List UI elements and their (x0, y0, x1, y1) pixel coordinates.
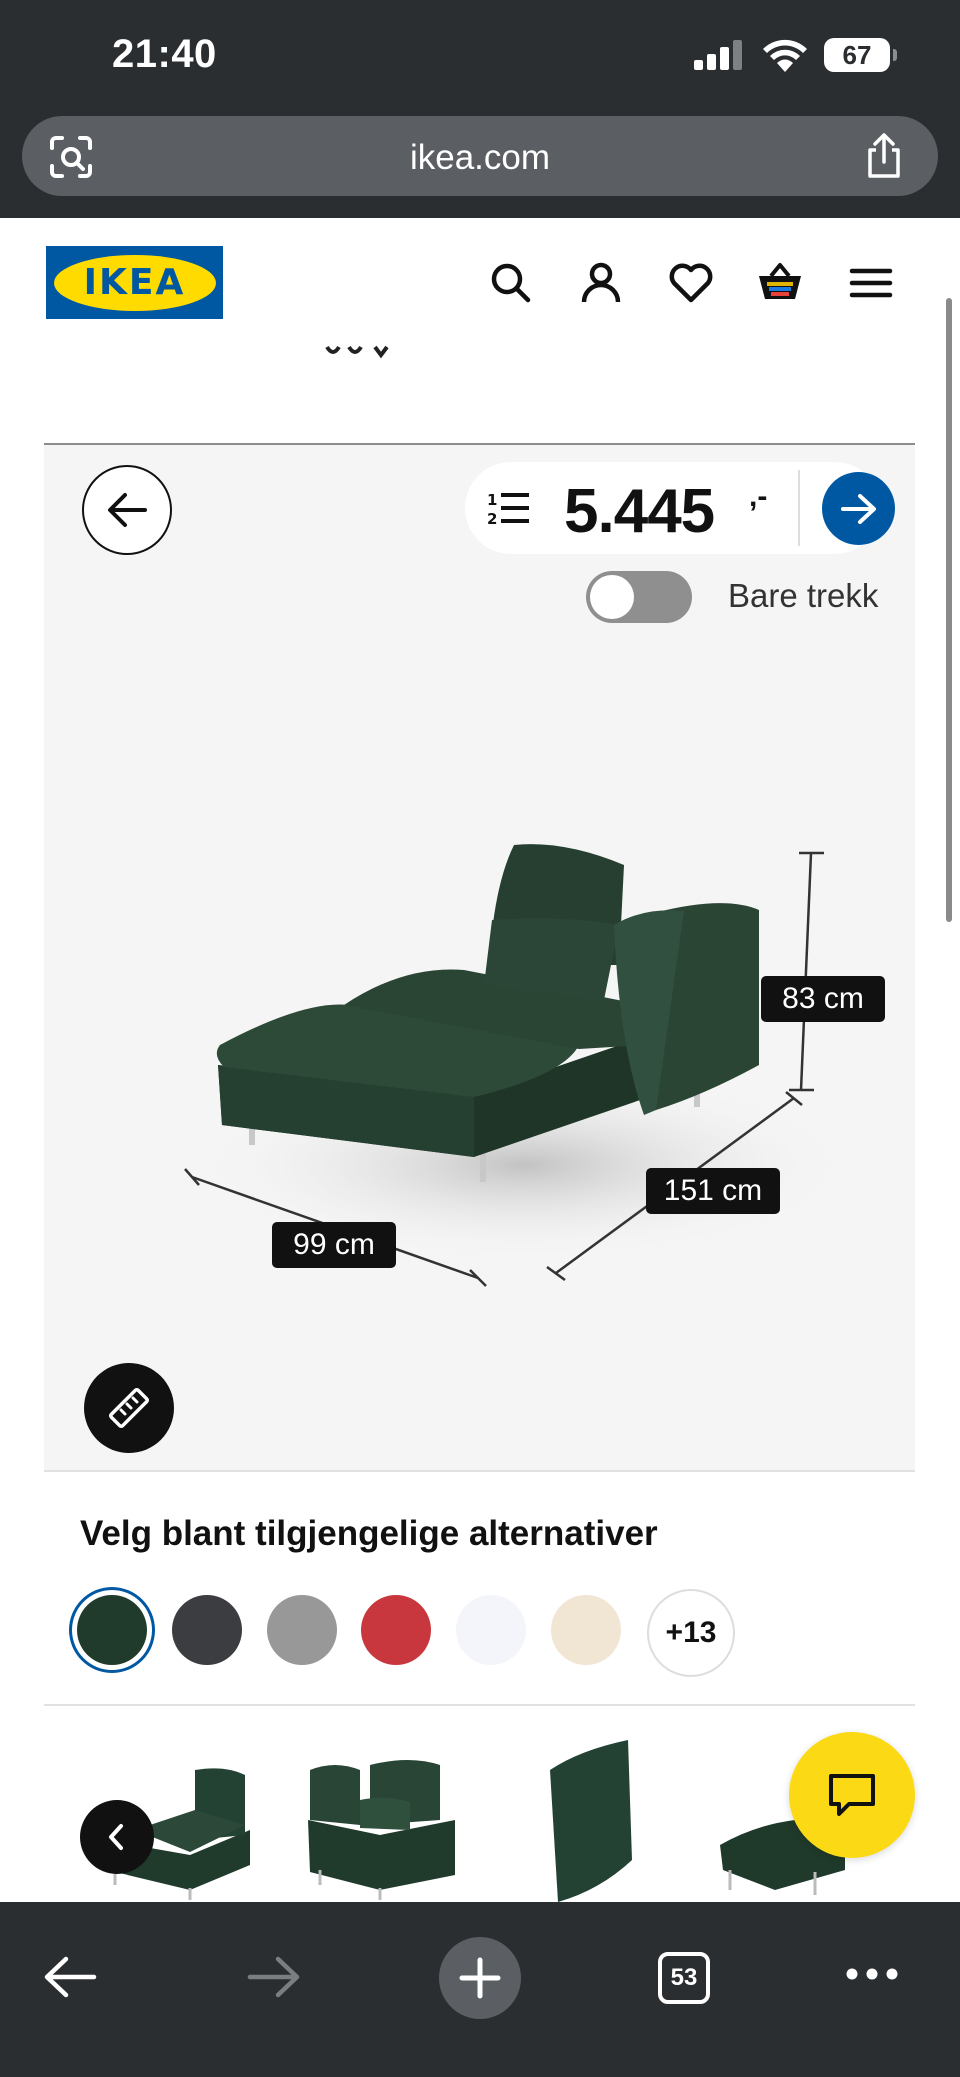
price-separator (798, 470, 800, 546)
new-tab-button[interactable] (439, 1937, 521, 2019)
chat-support-button[interactable] (789, 1732, 915, 1858)
section-divider (44, 1470, 915, 1472)
depth-dimension-label: 151 cm (646, 1168, 780, 1214)
swatch-dark-grey[interactable] (172, 1595, 242, 1665)
status-time: 21:40 (112, 32, 217, 76)
arrow-right-icon (840, 493, 876, 524)
browser-forward-icon[interactable] (246, 1954, 302, 2000)
price-continue-button[interactable] (822, 472, 895, 545)
site-header: IKEA (0, 218, 960, 346)
svg-text:2: 2 (487, 510, 497, 527)
share-icon[interactable] (862, 132, 906, 180)
shopping-bag-icon[interactable] (755, 258, 805, 308)
section-divider (44, 1704, 915, 1706)
address-bar[interactable]: ikea.com (22, 116, 938, 196)
heart-icon[interactable] (666, 258, 716, 308)
more-options-icon[interactable] (846, 1966, 898, 1982)
page-scrollbar[interactable] (946, 298, 952, 922)
height-dimension-label: 83 cm (761, 976, 885, 1022)
chat-bubble-icon (829, 1774, 875, 1816)
menu-icon[interactable] (846, 258, 896, 308)
logo-ellipse: IKEA (53, 254, 216, 311)
chevron-left-icon (109, 1824, 123, 1850)
ikea-logo[interactable]: IKEA (46, 246, 223, 319)
cellular-signal-icon (694, 40, 742, 70)
plus-icon (459, 1957, 501, 1999)
svg-text:1: 1 (487, 491, 497, 509)
browser-bottom-toolbar: 53 (0, 1902, 960, 2077)
status-bar: 21:40 67 (0, 0, 960, 110)
cover-only-toggle[interactable] (586, 571, 692, 623)
cover-only-label: Bare trekk (728, 577, 879, 614)
browser-back-icon[interactable] (42, 1954, 98, 2000)
url-text: ikea.com (409, 138, 551, 177)
swatch-dark-green[interactable] (77, 1595, 147, 1665)
browser-toolbar: ikea.com (0, 110, 960, 218)
more-options-button[interactable]: +13 (647, 1589, 735, 1677)
arrow-left-icon (108, 493, 147, 527)
swatch-red[interactable] (361, 1595, 431, 1665)
carousel-previous-button[interactable] (80, 1800, 154, 1874)
price-value: 5.445 (564, 477, 715, 546)
thumbnail-armrest[interactable] (540, 1740, 640, 1902)
product-3d-viewer[interactable]: 1 2 5.445 ,- Bare trekk 83 cm 151 cm 99 … (44, 445, 915, 1470)
clipped-title-fragment (325, 345, 389, 359)
profile-icon[interactable] (576, 258, 626, 308)
swatch-beige[interactable] (551, 1595, 621, 1665)
wifi-icon (763, 39, 807, 72)
toggle-knob (590, 575, 634, 619)
battery-indicator: 67 (824, 38, 897, 72)
price-suffix: ,- (749, 480, 768, 513)
thumbnail-corner-section[interactable] (300, 1740, 465, 1902)
measurements-toggle-button[interactable] (84, 1363, 174, 1453)
width-dimension-label: 99 cm (272, 1222, 396, 1268)
options-heading: Velg blant tilgjengelige alternativer (80, 1514, 658, 1553)
price-summary-pill[interactable]: 1 2 5.445 ,- (465, 462, 895, 554)
logo-text: IKEA (83, 262, 186, 303)
swatch-white[interactable] (456, 1595, 526, 1665)
swatch-grey[interactable] (267, 1595, 337, 1665)
ruler-icon (108, 1387, 150, 1429)
viewer-back-button[interactable] (82, 465, 172, 555)
numbered-list-icon: 1 2 (487, 491, 529, 527)
search-icon[interactable] (486, 258, 536, 308)
status-icons: 67 (694, 38, 897, 72)
tab-switcher-button[interactable]: 53 (658, 1952, 710, 2004)
